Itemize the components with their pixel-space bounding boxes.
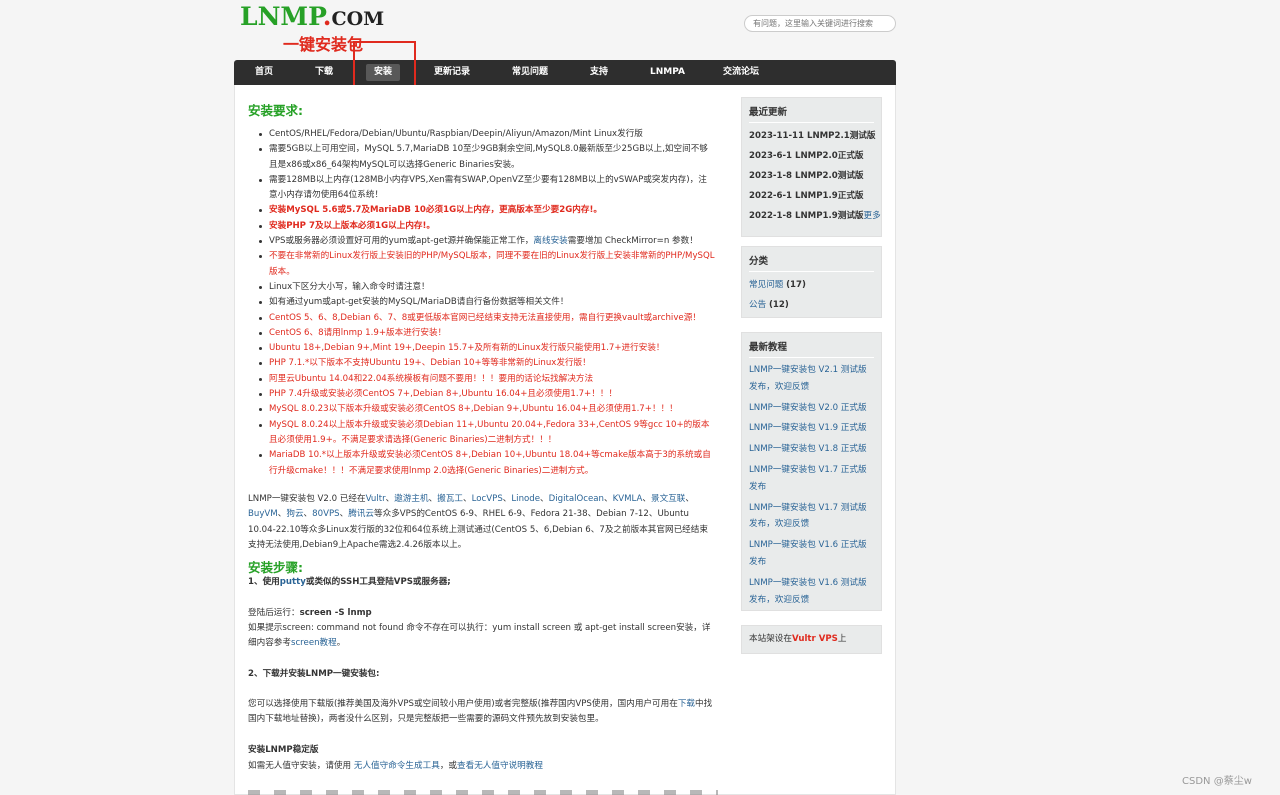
categories-box: 分类 常见问题 (17) 公告 (12) [741, 246, 882, 318]
host-link-linode[interactable]: Linode [511, 494, 540, 504]
list-item: MySQL 8.0.23以下版本升级或安装必须CentOS 8+,Debian … [259, 402, 715, 417]
host-link-buyvm[interactable]: BuyVM [248, 509, 278, 519]
screen-command: screen -S lnmp [299, 608, 372, 618]
host-link-digitalocean[interactable]: DigitalOcean [549, 494, 604, 504]
host-link-jingwen[interactable]: 景文互联 [651, 494, 685, 504]
site-logo[interactable]: LNMP.COM [240, 2, 384, 31]
nav-item-home[interactable]: 首页 [255, 60, 273, 85]
site-tagline: 一键安装包 [283, 35, 364, 54]
host-link-80vps[interactable]: 80VPS [312, 509, 339, 519]
nav-item-download[interactable]: 下载 [315, 60, 333, 85]
category-count: (12) [768, 300, 789, 310]
recent-update-link[interactable]: 2023-1-8 LNMP2.0测试版 [749, 171, 864, 181]
list-item: 需要128MB以上内存(128MB小内存VPS,Xen需有SWAP,OpenVZ… [259, 173, 715, 204]
tutorial-link[interactable]: LNMP一键安装包 V1.6 正式版发布 [749, 540, 867, 567]
cut-off-content [248, 790, 718, 795]
tutorial-link[interactable]: LNMP一键安装包 V2.1 测试版发布，欢迎反馈 [749, 365, 867, 392]
stable-title: 安装LNMP稳定版 [248, 745, 319, 755]
site-header: LNMP.COM 一键安装包 [234, 0, 896, 60]
recent-update-link[interactable]: 2023-11-11 LNMP2.1测试版 [749, 131, 876, 141]
list-item: 安装MySQL 5.6或5.7及MariaDB 10必须1G以上内存，更高版本至… [259, 203, 715, 218]
list-item: MariaDB 10.*以上版本升级或安装必须CentOS 8+,Debian … [259, 448, 715, 479]
list-item: 不要在非常新的Linux发行版上安装旧的PHP/MySQL版本，同理不要在旧的L… [259, 249, 715, 280]
csdn-watermark: CSDN @蔡尘w [1182, 776, 1252, 787]
recent-update-link[interactable]: 2022-6-1 LNMP1.9正式版 [749, 191, 864, 201]
list-item: Ubuntu 18+,Debian 9+,Mint 19+,Deepin 15.… [259, 341, 715, 356]
steps-heading: 安装步骤: [248, 560, 303, 575]
host-link-vultr[interactable]: Vultr [366, 494, 386, 504]
search-input[interactable] [744, 15, 896, 32]
screen-tutorial-link[interactable]: screen教程 [291, 638, 337, 648]
list-item: CentOS 5、6、8,Debian 6、7、8或更低版本官网已经结束支持无法… [259, 311, 715, 326]
nav-item-lnmpa[interactable]: LNMPA [650, 60, 685, 85]
recent-update-link[interactable]: 2023-6-1 LNMP2.0正式版 [749, 151, 864, 161]
nav-item-faq[interactable]: 常见问题 [512, 60, 548, 85]
intro-paragraph: LNMP一键安装包 V2.0 已经在Vultr、遨游主机、搬瓦工、LocVPS、… [248, 494, 708, 550]
latest-tutorials-box: 最新教程 LNMP一键安装包 V2.1 测试版发布，欢迎反馈 LNMP一键安装包… [741, 332, 882, 611]
unattended-guide-link[interactable]: 查看无人值守说明教程 [457, 761, 543, 771]
list-item: PHP 7.4升级或安装必须CentOS 7+,Debian 8+,Ubuntu… [259, 387, 715, 402]
tutorial-link[interactable]: LNMP一键安装包 V1.8 正式版 [749, 444, 867, 454]
host-link-locvps[interactable]: LocVPS [472, 494, 503, 504]
vultr-vps-link[interactable]: Vultr VPS [792, 634, 838, 644]
list-item: 阿里云Ubuntu 14.04和22.04系统模板有问题不要用！！！要用的话论坛… [259, 372, 715, 387]
download-page-link[interactable]: 下载 [678, 699, 695, 709]
host-link-tencent[interactable]: 腾讯云 [348, 509, 374, 519]
list-item: Linux下区分大小写，输入命令时请注意！ [259, 280, 715, 295]
list-item: 需要5GB以上可用空间，MySQL 5.7,MariaDB 10至少9GB剩余空… [259, 142, 715, 173]
tutorial-link[interactable]: LNMP一键安装包 V1.7 正式版发布 [749, 465, 867, 492]
step1-text: 1、使用putty或类似的SSH工具登陆VPS或服务器; [248, 577, 451, 587]
nav-item-forum[interactable]: 交流论坛 [723, 60, 759, 85]
screen-note: 如果提示screen: command not found 命令不存在可以执行：… [248, 623, 711, 649]
list-item: CentOS/RHEL/Fedora/Debian/Ubuntu/Raspbia… [259, 127, 715, 142]
category-count: (17) [786, 280, 806, 290]
step2-description: 您可以选择使用下载版(推荐美国及海外VPS或空间较小用户使用)或者完整版(推荐国… [248, 699, 713, 725]
hosting-box: 本站架设在Vultr VPS上 [741, 625, 882, 654]
nav-item-changelog[interactable]: 更新记录 [434, 60, 470, 85]
main-nav: 首页 下载 安装 更新记录 常见问题 支持 LNMPA 交流论坛 [234, 60, 896, 85]
category-link-announcements[interactable]: 公告 [749, 300, 766, 310]
putty-link[interactable]: putty [280, 577, 306, 587]
tutorial-link[interactable]: LNMP一键安装包 V1.6 测试版发布，欢迎反馈 [749, 578, 867, 605]
tutorial-link[interactable]: LNMP一键安装包 V1.9 正式版 [749, 423, 867, 433]
more-link[interactable]: 更多 [864, 211, 881, 221]
list-item: 如有通过yum或apt-get安装的MySQL/MariaDB请自行备份数据等相… [259, 295, 715, 310]
stable-note: 如需无人值守安装，请使用 无人值守命令生成工具，或查看无人值守说明教程 [248, 761, 543, 771]
tutorial-link[interactable]: LNMP一键安装包 V1.7 测试版发布，欢迎反馈 [749, 503, 867, 530]
tutorial-link[interactable]: LNMP一键安装包 V2.0 正式版 [749, 403, 867, 413]
host-link-gouyun[interactable]: 狗云 [286, 509, 303, 519]
recent-updates-title: 最近更新 [749, 104, 874, 123]
list-item: 安装PHP 7及以上版本必须1G以上内存!。 [259, 219, 715, 234]
list-item: CentOS 6、8请用lnmp 1.9+版本进行安装！ [259, 326, 715, 341]
list-item: PHP 7.1.*以下版本不支持Ubuntu 19+、Debian 10+等等非… [259, 356, 715, 371]
unattended-tool-link[interactable]: 无人值守命令生成工具 [354, 761, 440, 771]
offline-install-link[interactable]: 离线安装 [533, 236, 567, 246]
host-link-bandwagon[interactable]: 搬瓦工 [437, 494, 463, 504]
nav-item-support[interactable]: 支持 [590, 60, 608, 85]
host-link-aoyou[interactable]: 遨游主机 [394, 494, 428, 504]
host-link-kvmla[interactable]: KVMLA [613, 494, 643, 504]
recent-updates-box: 最近更新 2023-11-11 LNMP2.1测试版 2023-6-1 LNMP… [741, 97, 882, 237]
requirements-heading: 安装要求: [248, 103, 303, 118]
recent-update-link[interactable]: 2022-1-8 LNMP1.9测试版 [749, 211, 864, 221]
forum-solution-link[interactable]: 要用的话论坛找解决方法 [499, 374, 594, 384]
list-item: VPS或服务器必须设置好可用的yum或apt-get源并确保能正常工作，离线安装… [259, 234, 715, 249]
category-link-faq[interactable]: 常见问题 [749, 280, 783, 290]
latest-tutorials-title: 最新教程 [749, 339, 874, 358]
requirements-list: CentOS/RHEL/Fedora/Debian/Ubuntu/Raspbia… [259, 127, 715, 479]
step2-text: 2、下载并安装LNMP一键安装包: [248, 669, 380, 679]
screen-command-line: 登陆后运行：screen -S lnmp [248, 608, 372, 618]
categories-title: 分类 [749, 253, 874, 272]
list-item: MySQL 8.0.24以上版本升级或安装必须Debian 11+,Ubuntu… [259, 418, 715, 449]
